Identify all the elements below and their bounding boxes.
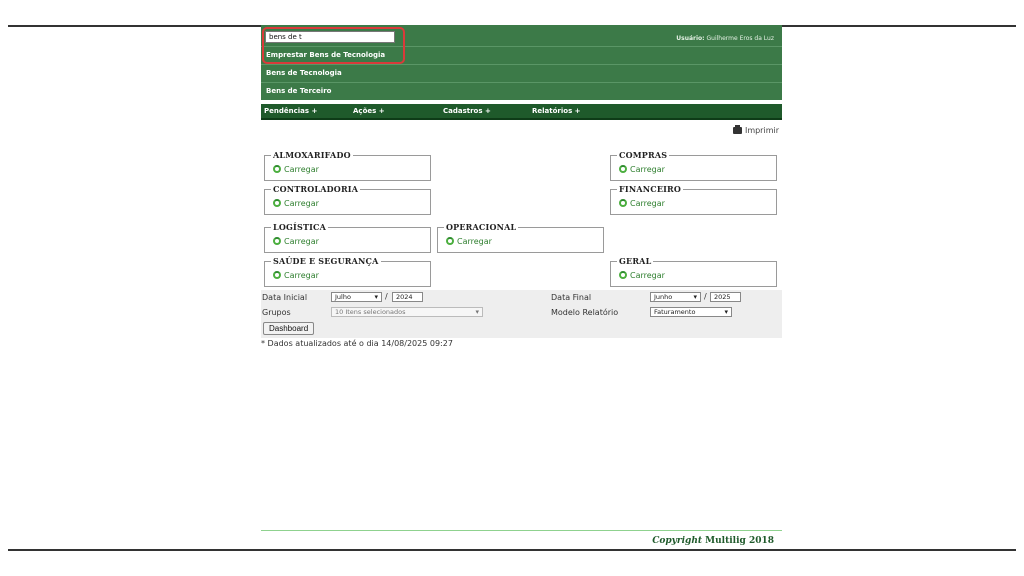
user-name: Guilherme Eros da Luz <box>706 35 775 42</box>
header-row-divider <box>261 82 782 100</box>
menu-cadastros[interactable]: Cadastros + <box>443 107 491 115</box>
load-button-controladoria[interactable]: Carregar <box>273 199 319 208</box>
load-button-financeiro[interactable]: Carregar <box>619 199 665 208</box>
recycle-icon <box>619 199 627 207</box>
panel-saude-e-seguranca: SAÚDE E SEGURANÇA Carregar <box>264 256 431 287</box>
start-month-select[interactable]: Julho ▾ <box>331 292 382 302</box>
menu-acoes[interactable]: Ações + <box>353 107 385 115</box>
date-separator: / <box>704 292 707 301</box>
main-menu: Pendências + Ações + Cadastros + Relatór… <box>261 104 782 120</box>
load-button-logistica[interactable]: Carregar <box>273 237 319 246</box>
panel-controladoria: CONTROLADORIA Carregar <box>264 184 431 215</box>
app-container: bens de t Emprestar Bens de Tecnologia B… <box>261 25 782 549</box>
bottom-divider <box>8 549 1016 551</box>
user-label: Usuário: <box>676 35 705 42</box>
search-input[interactable]: bens de t <box>265 31 395 43</box>
load-label: Carregar <box>284 165 319 174</box>
recycle-icon <box>273 199 281 207</box>
recycle-icon <box>273 271 281 279</box>
recycle-icon <box>619 271 627 279</box>
recycle-icon <box>619 165 627 173</box>
print-label: Imprimir <box>744 126 779 135</box>
chevron-down-icon: ▾ <box>724 308 728 316</box>
report-model-select[interactable]: Faturamento ▾ <box>650 307 732 317</box>
panel-title: SAÚDE E SEGURANÇA <box>271 256 381 266</box>
load-label: Carregar <box>457 237 492 246</box>
start-month-value: Julho <box>335 293 351 301</box>
recycle-icon <box>273 165 281 173</box>
panel-title: LOGÍSTICA <box>271 222 329 232</box>
load-button-geral[interactable]: Carregar <box>619 271 665 280</box>
start-date-label: Data Inicial <box>262 293 308 302</box>
load-label: Carregar <box>630 165 665 174</box>
user-info: Usuário: Guilherme Eros da Luz <box>676 35 774 42</box>
load-label: Carregar <box>630 271 665 280</box>
chevron-down-icon: ▾ <box>693 293 697 301</box>
panel-compras: COMPRAS Carregar <box>610 150 777 181</box>
footer-divider <box>261 530 782 531</box>
copyright-word: Copyright <box>652 536 703 546</box>
search-result-emprestar-bens-de-tecnologia[interactable]: Emprestar Bens de Tecnologia <box>266 51 385 59</box>
filters-panel: Data Inicial Julho ▾ / 2024 Data Final Ju… <box>261 290 782 338</box>
groups-select[interactable]: 10 Itens selecionados ▾ <box>331 307 483 317</box>
panel-logistica: LOGÍSTICA Carregar <box>264 222 431 253</box>
recycle-icon <box>273 237 281 245</box>
report-model-label: Modelo Relatório <box>551 308 619 317</box>
load-label: Carregar <box>284 237 319 246</box>
panel-title: CONTROLADORIA <box>271 184 361 194</box>
recycle-icon <box>446 237 454 245</box>
search-result-bens-de-tecnologia[interactable]: Bens de Tecnologia <box>266 69 342 77</box>
load-button-almoxarifado[interactable]: Carregar <box>273 165 319 174</box>
load-label: Carregar <box>630 199 665 208</box>
load-button-compras[interactable]: Carregar <box>619 165 665 174</box>
groups-label: Grupos <box>262 308 291 317</box>
chevron-down-icon: ▾ <box>475 308 479 316</box>
report-model-value: Faturamento <box>654 308 696 316</box>
end-date-label: Data Final <box>551 293 592 302</box>
load-button-saude-e-seguranca[interactable]: Carregar <box>273 271 319 280</box>
panel-title: COMPRAS <box>617 150 670 160</box>
panel-title: GERAL <box>617 256 654 266</box>
panel-operacional: OPERACIONAL Carregar <box>437 222 604 253</box>
load-label: Carregar <box>284 271 319 280</box>
panel-title: OPERACIONAL <box>444 222 519 232</box>
panel-title: ALMOXARIFADO <box>271 150 353 160</box>
menu-relatorios[interactable]: Relatórios + <box>532 107 581 115</box>
end-month-value: Junho <box>654 293 673 301</box>
panel-geral: GERAL Carregar <box>610 256 777 287</box>
print-button[interactable]: Imprimir <box>732 125 779 135</box>
menu-pendencias[interactable]: Pendências + <box>264 107 317 115</box>
end-month-select[interactable]: Junho ▾ <box>650 292 701 302</box>
groups-value: 10 Itens selecionados <box>335 308 406 316</box>
date-separator: / <box>385 292 388 301</box>
panel-title: FINANCEIRO <box>617 184 684 194</box>
copyright-owner: Multilig 2018 <box>702 536 774 546</box>
header: bens de t Emprestar Bens de Tecnologia B… <box>261 25 782 100</box>
copyright: Copyright Multilig 2018 <box>652 536 774 546</box>
dashboard-button[interactable]: Dashboard <box>263 322 315 335</box>
load-button-operacional[interactable]: Carregar <box>446 237 492 246</box>
start-year-input[interactable]: 2024 <box>392 292 423 302</box>
end-year-input[interactable]: 2025 <box>710 292 741 302</box>
chevron-down-icon: ▾ <box>374 293 378 301</box>
panel-almoxarifado: ALMOXARIFADO Carregar <box>264 150 431 181</box>
panel-financeiro: FINANCEIRO Carregar <box>610 184 777 215</box>
load-label: Carregar <box>284 199 319 208</box>
printer-icon <box>732 125 742 134</box>
update-note: * Dados atualizados até o dia 14/08/2025… <box>261 339 453 348</box>
search-result-bens-de-terceiro[interactable]: Bens de Terceiro <box>266 87 331 95</box>
